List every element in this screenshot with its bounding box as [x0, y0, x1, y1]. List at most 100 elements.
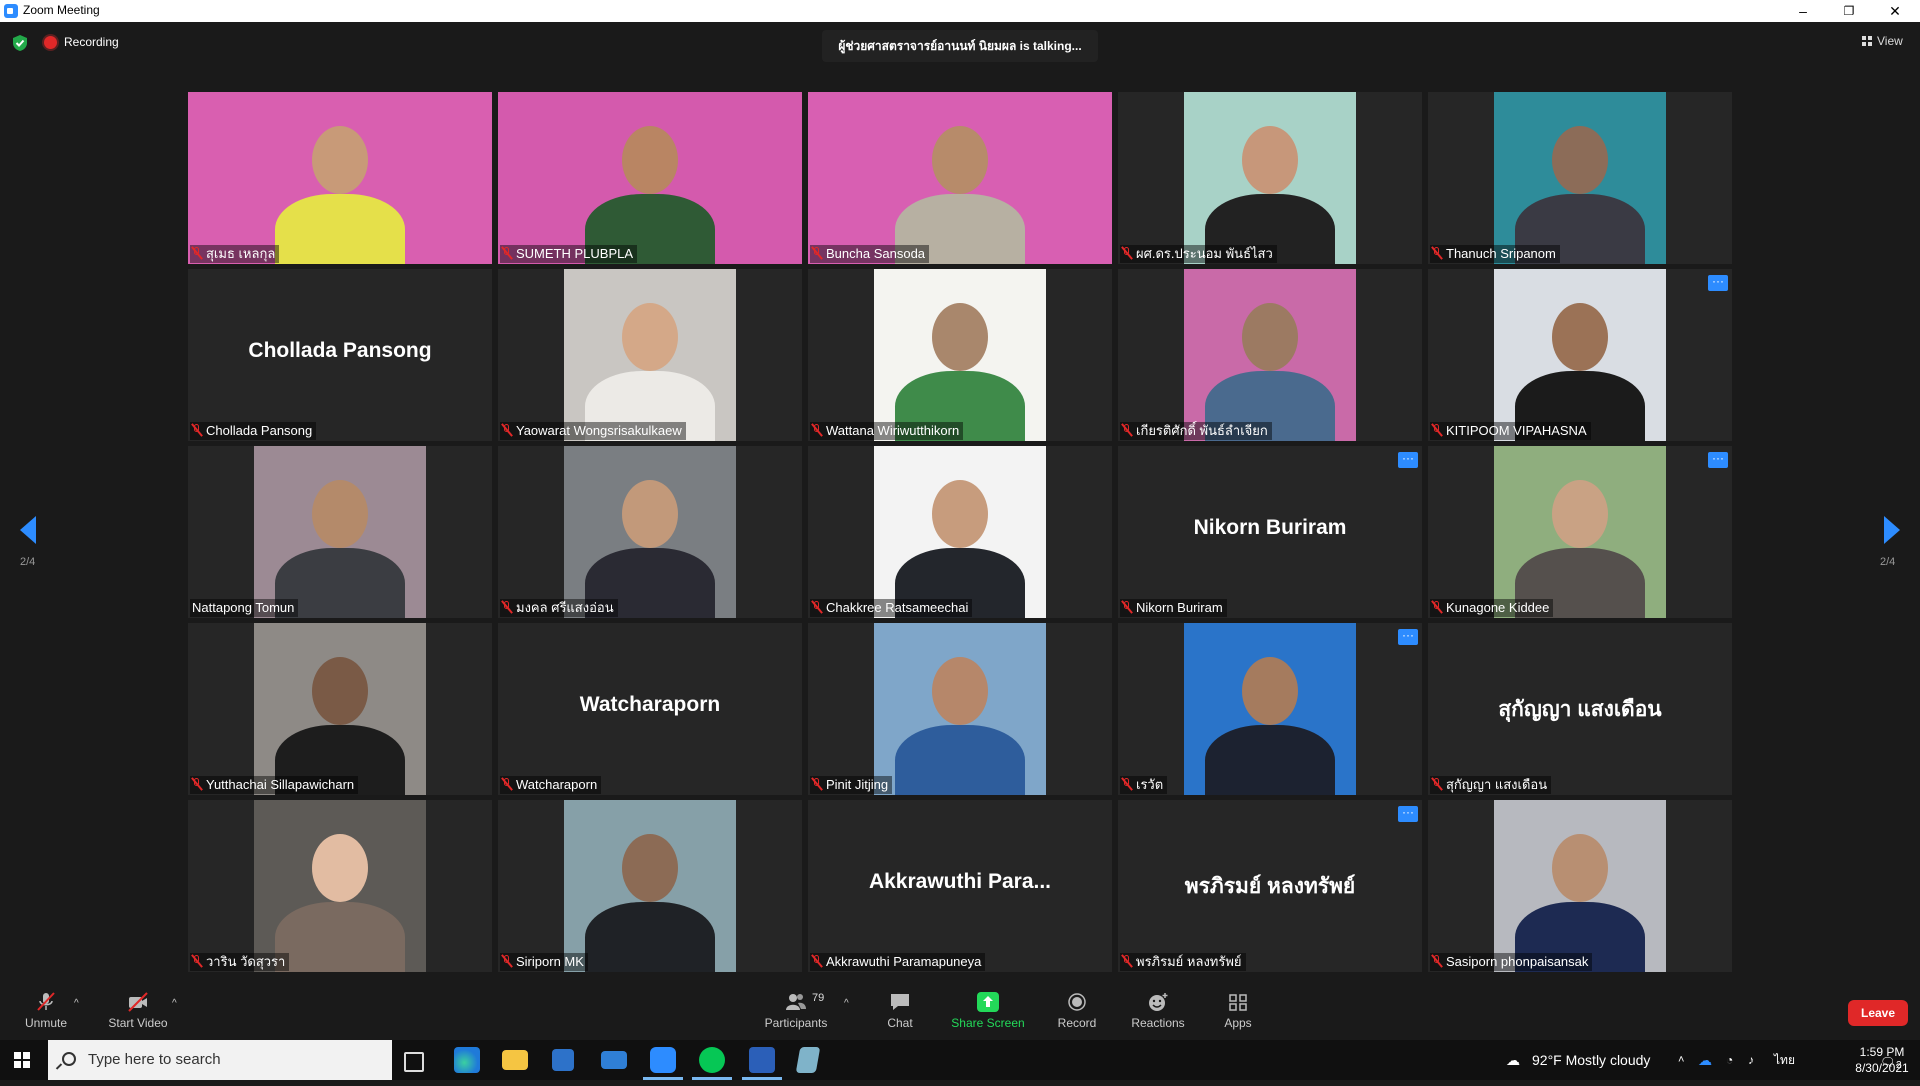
muted-mic-icon — [1432, 601, 1441, 613]
view-button[interactable]: View — [1862, 34, 1903, 48]
participant-face — [1552, 480, 1608, 548]
participant-name: วาริน วัดสุวรา — [206, 954, 286, 969]
participant-name-label: Nikorn Buriram — [1120, 599, 1227, 617]
participant-tile[interactable]: Nikorn Buriram ··· Nikorn Buriram — [1118, 446, 1422, 618]
restore-button[interactable]: ❐ — [1826, 0, 1872, 22]
previous-page-arrow-icon[interactable] — [20, 516, 36, 544]
participant-tile[interactable]: ผศ.ดร.ประนอม พันธ์ไสว — [1118, 92, 1422, 264]
participants-count: 79 — [812, 992, 825, 1004]
record-button[interactable]: Record — [1054, 978, 1100, 1040]
participant-name: KITIPOOM VIPAHASNA — [1446, 423, 1587, 438]
taskbar-search-box[interactable]: Type here to search — [48, 1040, 392, 1080]
video-off-icon — [128, 992, 148, 1012]
network-icon[interactable]: ◔ — [1726, 1040, 1733, 1080]
apps-label: Apps — [1224, 1016, 1252, 1030]
participant-video — [1494, 446, 1666, 618]
participant-tile[interactable]: ··· KITIPOOM VIPAHASNA — [1428, 269, 1732, 441]
unmute-button[interactable]: Unmute — [18, 978, 74, 1040]
minimize-button[interactable]: – — [1780, 0, 1826, 22]
participant-name-label: เกียรติศักดิ์ พันธ์ลำเจียก — [1120, 422, 1272, 440]
audio-options-caret-icon[interactable]: ^ — [74, 998, 79, 1009]
zoom-app-icon — [4, 4, 18, 18]
apps-icon — [1229, 994, 1247, 1011]
line-app-icon[interactable] — [692, 1047, 732, 1080]
participant-face — [1242, 657, 1298, 725]
more-options-icon[interactable]: ··· — [1708, 452, 1728, 468]
file-explorer-icon[interactable] — [502, 1050, 528, 1070]
start-video-button[interactable]: Start Video — [104, 978, 172, 1040]
more-options-icon[interactable]: ··· — [1398, 806, 1418, 822]
participant-tile[interactable]: Yutthachai Sillapawicharn — [188, 623, 492, 795]
security-shield-icon[interactable] — [12, 34, 28, 52]
participant-tile[interactable]: มงคล ศรีแสงอ่อน — [498, 446, 802, 618]
mail-icon[interactable] — [601, 1051, 627, 1069]
participant-tile[interactable]: Chollada Pansong Chollada Pansong — [188, 269, 492, 441]
participant-tile[interactable]: SUMETH PLUBPLA — [498, 92, 802, 264]
more-options-icon[interactable]: ··· — [1398, 629, 1418, 645]
task-view-icon[interactable] — [404, 1052, 424, 1072]
participant-tile[interactable]: Thanuch Sripanom — [1428, 92, 1732, 264]
word-icon[interactable] — [742, 1047, 782, 1080]
volume-icon[interactable]: ♪ — [1748, 1040, 1754, 1080]
windows-start-icon[interactable] — [14, 1052, 30, 1068]
close-button[interactable]: ✕ — [1872, 0, 1918, 22]
grid-view-icon — [1862, 36, 1872, 46]
share-screen-icon — [977, 992, 999, 1012]
recording-label: Recording — [64, 35, 119, 49]
participant-tile[interactable]: สุเมธ เหลกุล — [188, 92, 492, 264]
notifications-count: 2 — [1896, 1060, 1902, 1071]
page-indicator-left: 2/4 — [20, 556, 36, 568]
participant-tile[interactable]: สุกัญญา แสงเดือน สุกัญญา แสงเดือน — [1428, 623, 1732, 795]
next-page-arrow-icon[interactable] — [1884, 516, 1900, 544]
participant-video — [1184, 92, 1356, 264]
participant-tile[interactable]: Siriporn MK — [498, 800, 802, 972]
more-options-icon[interactable]: ··· — [1708, 275, 1728, 291]
tray-chevron-icon[interactable]: ˄ — [1678, 1040, 1684, 1080]
participant-tile[interactable]: Nattapong Tomun — [188, 446, 492, 618]
onedrive-icon[interactable]: ☁ — [1698, 1040, 1712, 1080]
participant-tile[interactable]: พรภิรมย์ หลงทรัพย์ ··· พรภิรมย์ หลงทรัพย์ — [1118, 800, 1422, 972]
weather-text[interactable]: 92°F Mostly cloudy — [1532, 1040, 1650, 1080]
participant-tile[interactable]: Chakkree Ratsameechai — [808, 446, 1112, 618]
language-indicator[interactable]: ไทย — [1774, 1040, 1795, 1080]
participant-tile[interactable]: เกียรติศักดิ์ พันธ์ลำเจียก — [1118, 269, 1422, 441]
microsoft-store-icon[interactable] — [552, 1049, 574, 1071]
participant-tile[interactable]: Watcharaporn Watcharaporn — [498, 623, 802, 795]
app-icon[interactable] — [795, 1047, 821, 1073]
more-options-icon[interactable]: ··· — [1398, 452, 1418, 468]
participant-face — [622, 126, 678, 194]
participants-caret-icon[interactable]: ^ — [844, 998, 849, 1009]
participants-button[interactable]: Participants — [760, 978, 832, 1040]
participant-tile[interactable]: Akkrawuthi Para... Akkrawuthi Paramapuney… — [808, 800, 1112, 972]
participant-tile[interactable]: ··· เรวัต — [1118, 623, 1422, 795]
reactions-button[interactable]: Reactions — [1128, 978, 1188, 1040]
participant-tile[interactable]: วาริน วัดสุวรา — [188, 800, 492, 972]
participant-name: เกียรติศักดิ์ พันธ์ลำเจียก — [1136, 423, 1268, 438]
zoom-taskbar-icon[interactable] — [643, 1047, 683, 1080]
participant-tile[interactable]: Sasiporn phonpaisansak — [1428, 800, 1732, 972]
participant-name: สุเมธ เหลกุล — [206, 246, 276, 261]
participant-name: SUMETH PLUBPLA — [516, 246, 634, 261]
participant-name: Yaowarat Wongsrisakulkaew — [516, 423, 682, 438]
participant-tile[interactable]: Buncha Sansoda — [808, 92, 1112, 264]
participant-tile[interactable]: Yaowarat Wongsrisakulkaew — [498, 269, 802, 441]
apps-button[interactable]: Apps — [1220, 978, 1256, 1040]
view-label: View — [1877, 34, 1903, 48]
edge-browser-icon[interactable] — [454, 1047, 480, 1073]
leave-button[interactable]: Leave — [1848, 1000, 1908, 1026]
participant-name-label: Thanuch Sripanom — [1430, 245, 1560, 263]
participant-tile[interactable]: ··· Kunagone Kiddee — [1428, 446, 1732, 618]
participant-tile[interactable]: Pinit Jitjing — [808, 623, 1112, 795]
participant-name: Siriporn MK — [516, 954, 584, 969]
muted-mic-icon — [502, 247, 511, 259]
participant-name: Wattana Wiriwutthikorn — [826, 423, 960, 438]
participant-tile[interactable]: Wattana Wiriwutthikorn — [808, 269, 1112, 441]
participant-name-label: Chakkree Ratsameechai — [810, 599, 973, 617]
participant-name: Yutthachai Sillapawicharn — [206, 777, 355, 792]
participant-video — [874, 623, 1046, 795]
share-screen-button[interactable]: Share Screen — [950, 978, 1026, 1040]
notifications-icon[interactable]: 🗨 — [1880, 1042, 1895, 1082]
chat-button[interactable]: Chat — [880, 978, 920, 1040]
participant-display-name: Akkrawuthi Para... — [868, 870, 1052, 893]
video-options-caret-icon[interactable]: ^ — [172, 998, 177, 1009]
